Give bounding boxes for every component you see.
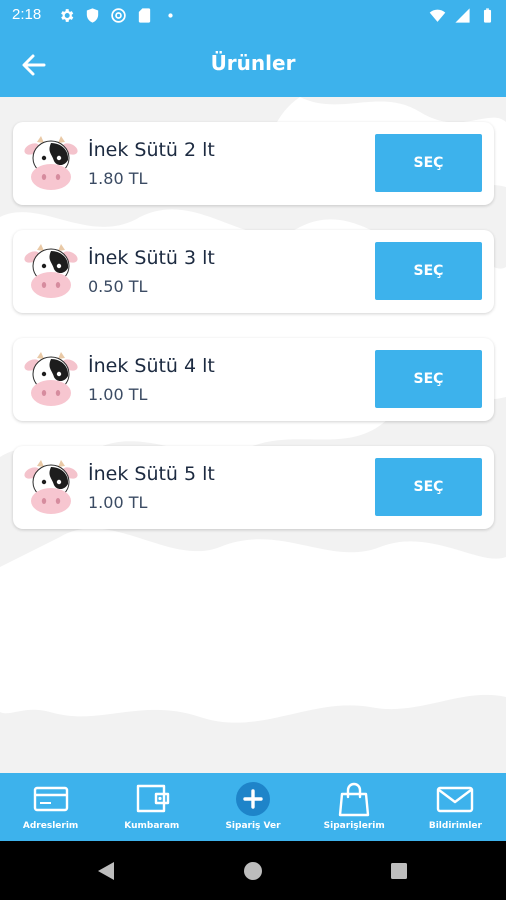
nav-item-notifications[interactable]: Bildirimler — [405, 773, 506, 841]
product-name: İnek Sütü 3 lt — [88, 247, 215, 269]
wallet-icon — [136, 784, 169, 813]
wifi-icon — [429, 9, 446, 22]
nav-label: Bildirimler — [428, 821, 482, 831]
cow-face-icon — [24, 136, 78, 190]
product-price: 0.50 TL — [88, 277, 148, 296]
nav-item-addresses[interactable]: Adreslerim — [0, 773, 101, 841]
signal-icon — [455, 8, 470, 23]
product-card[interactable]: İnek Sütü 2 lt 1.80 TL SEÇ — [13, 122, 494, 205]
mail-icon — [437, 786, 474, 813]
select-button[interactable]: SEÇ — [375, 242, 482, 300]
card-icon — [33, 786, 68, 812]
product-price: 1.00 TL — [88, 385, 148, 404]
recents-square-icon[interactable] — [387, 859, 411, 883]
select-button[interactable]: SEÇ — [375, 350, 482, 408]
product-name: İnek Sütü 2 lt — [88, 139, 215, 161]
nav-item-order[interactable]: Sipariş Ver — [202, 773, 303, 841]
app-bar: Ürünler — [0, 32, 506, 97]
nav-label: Adreslerim — [22, 821, 79, 831]
product-price: 1.00 TL — [88, 493, 148, 512]
nav-item-orders[interactable]: Siparişlerim — [304, 773, 405, 841]
status-icons-left — [58, 7, 179, 24]
page-title: Ürünler — [210, 51, 296, 75]
product-name: İnek Sütü 4 lt — [88, 355, 215, 377]
status-time: 2:18 — [12, 6, 42, 23]
gear-icon — [61, 9, 74, 22]
product-card[interactable]: İnek Sütü 4 lt 1.00 TL SEÇ — [13, 338, 494, 421]
product-card[interactable]: İnek Sütü 3 lt 0.50 TL SEÇ — [13, 230, 494, 313]
home-circle-icon[interactable] — [241, 859, 265, 883]
status-bar: 2:18 — [0, 0, 506, 32]
product-list-area[interactable]: İnek Sütü 2 lt 1.80 TL SEÇ İnek Sütü 3 l… — [0, 97, 506, 773]
dot-icon — [168, 13, 173, 18]
shopping-bag-icon — [339, 782, 370, 817]
nav-label: Kumbaram — [124, 821, 180, 831]
cow-face-icon — [24, 244, 78, 298]
select-button[interactable]: SEÇ — [375, 134, 482, 192]
cow-face-icon — [24, 352, 78, 406]
nav-label: Sipariş Ver — [225, 821, 281, 831]
product-name: İnek Sütü 5 lt — [88, 463, 215, 485]
system-navigation-bar — [0, 841, 506, 900]
cow-face-icon — [24, 460, 78, 514]
back-triangle-icon[interactable] — [94, 859, 118, 883]
plus-circle-icon — [236, 782, 270, 816]
sd-card-icon — [138, 8, 151, 23]
product-card[interactable]: İnek Sütü 5 lt 1.00 TL SEÇ — [13, 446, 494, 529]
status-icons-right — [429, 7, 496, 24]
select-button[interactable]: SEÇ — [375, 458, 482, 516]
battery-icon — [483, 8, 492, 23]
nav-label: Siparişlerim — [323, 821, 385, 831]
at-sign-icon — [111, 8, 126, 23]
product-price: 1.80 TL — [88, 169, 148, 188]
nav-item-piggybank[interactable]: Kumbaram — [101, 773, 202, 841]
bottom-navigation: Adreslerim Kumbaram Sipariş Ver Siparişl… — [0, 773, 506, 841]
shield-icon — [86, 8, 99, 23]
